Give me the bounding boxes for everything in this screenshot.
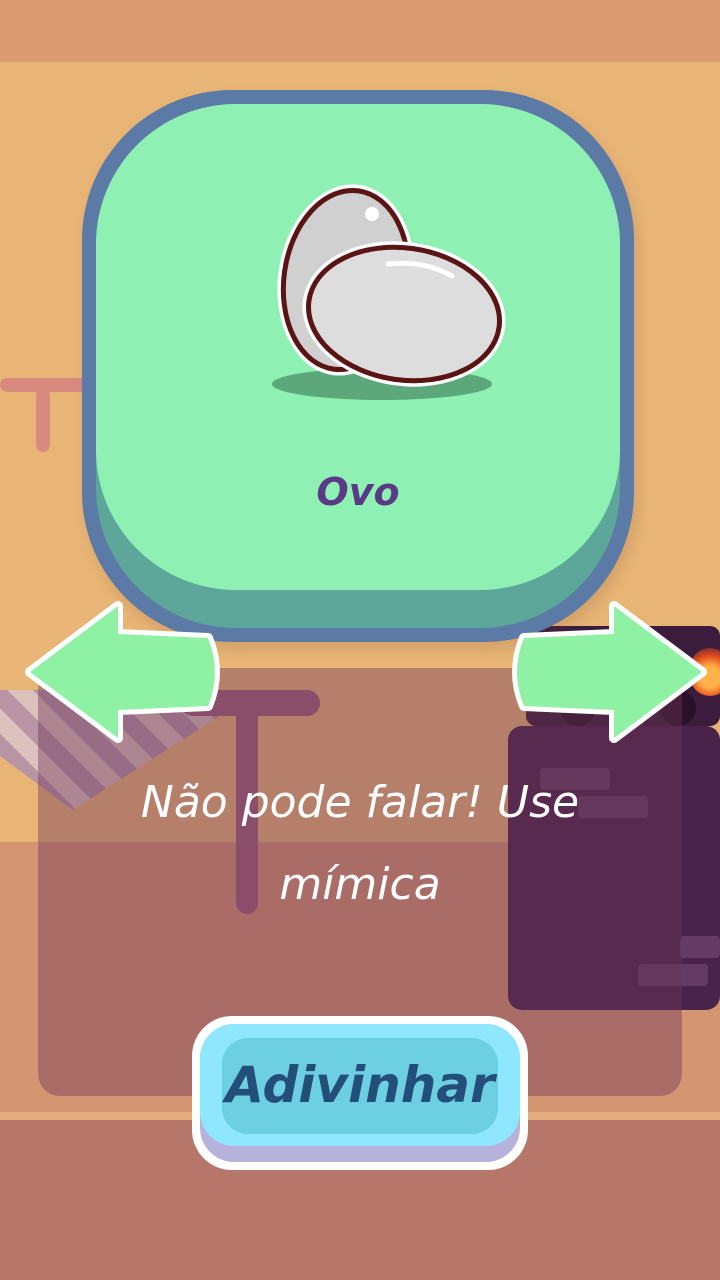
background-shelf-leg bbox=[36, 388, 50, 452]
eggs-icon bbox=[272, 184, 506, 400]
guess-button-label[interactable]: Adivinhar bbox=[200, 1024, 520, 1146]
arrow-right-icon[interactable] bbox=[506, 598, 710, 746]
card-word: Ovo bbox=[316, 470, 400, 514]
arrow-left-icon[interactable] bbox=[22, 598, 222, 746]
background-top-strip bbox=[0, 0, 720, 62]
instruction-text: Não pode falar! Use mímica bbox=[140, 777, 580, 910]
background-stove-detail bbox=[680, 936, 720, 958]
